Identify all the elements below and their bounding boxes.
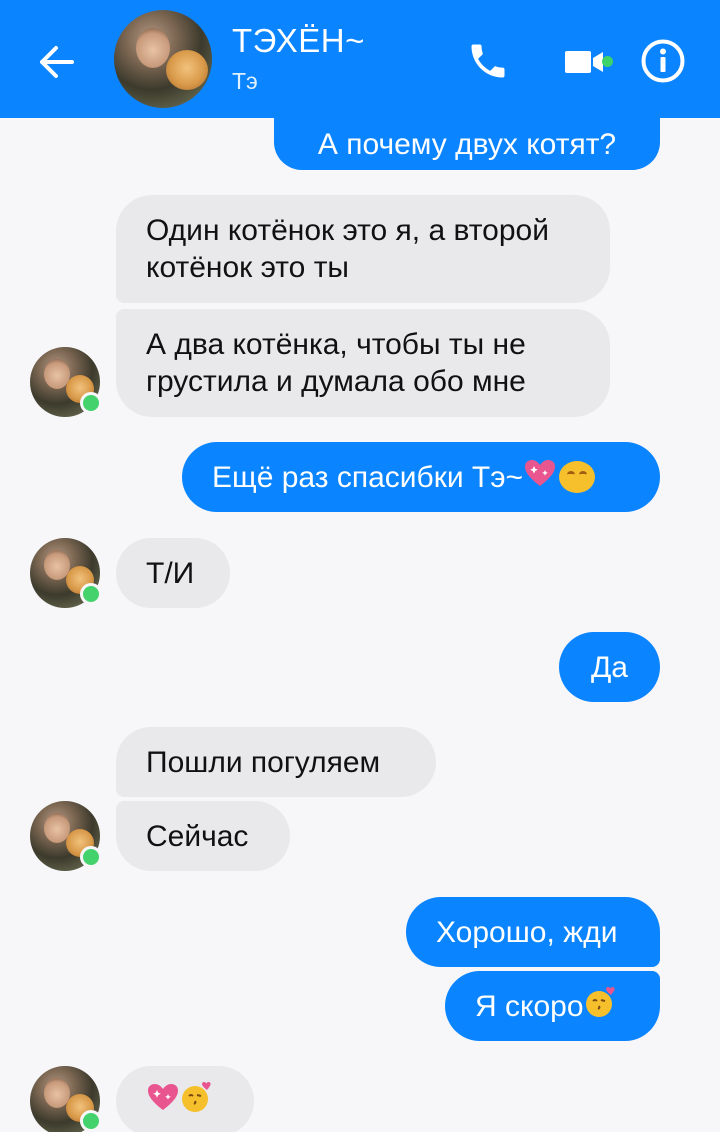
online-indicator-icon	[80, 1110, 102, 1132]
contact-name[interactable]: ТЭХЁН~	[232, 22, 365, 60]
sparkling-heart-icon	[146, 1082, 180, 1121]
message-outgoing[interactable]: Хорошо, жди	[406, 897, 660, 967]
phone-call-icon[interactable]	[460, 36, 516, 86]
message-incoming[interactable]: Пошли погуляем	[116, 727, 436, 797]
message-text: Да	[590, 650, 628, 684]
message-incoming[interactable]: Т/И	[116, 538, 230, 608]
smiling-face-icon	[559, 461, 596, 493]
online-indicator-icon	[80, 583, 102, 605]
message-text: А почему двух котят?	[317, 127, 617, 161]
sparkling-heart-icon	[523, 458, 557, 497]
chat-header: ТЭХЁН~ Тэ	[0, 0, 720, 118]
info-icon[interactable]	[638, 36, 688, 86]
kissing-face-icon	[584, 985, 618, 1028]
message-outgoing[interactable]: Я скоро	[445, 971, 660, 1041]
back-arrow-icon[interactable]	[30, 36, 82, 88]
contact-subtitle: Тэ	[232, 68, 258, 94]
online-indicator-icon	[602, 56, 613, 67]
message-text: Т/И	[146, 556, 195, 590]
kissing-face-icon	[180, 1080, 214, 1123]
message-text-line: А два котёнка, чтобы ты не	[146, 328, 526, 361]
contact-avatar[interactable]	[114, 10, 212, 108]
message-text-line: котёнок это ты	[146, 251, 349, 284]
message-incoming[interactable]: Один котёнок это я, а второй котёнок это…	[116, 195, 610, 303]
online-indicator-icon	[80, 846, 102, 868]
message-text: Хорошо, жди	[436, 915, 618, 949]
message-outgoing[interactable]: Ещё раз спасибки Тэ~	[182, 442, 660, 512]
message-outgoing[interactable]: Да	[559, 632, 660, 702]
message-text-line: грустила и думала обо мне	[146, 365, 526, 398]
message-incoming[interactable]: А два котёнка, чтобы ты не грустила и ду…	[116, 309, 610, 417]
message-text: Сейчас	[146, 819, 249, 853]
message-incoming[interactable]: Сейчас	[116, 801, 290, 871]
message-text: Я скоро	[475, 989, 584, 1023]
message-text-line: Один котёнок это я, а второй	[146, 214, 549, 247]
message-text: Ещё раз спасибки Тэ~	[212, 460, 524, 494]
message-text: Пошли погуляем	[146, 745, 381, 779]
message-incoming[interactable]	[116, 1066, 254, 1132]
online-indicator-icon	[80, 392, 102, 414]
